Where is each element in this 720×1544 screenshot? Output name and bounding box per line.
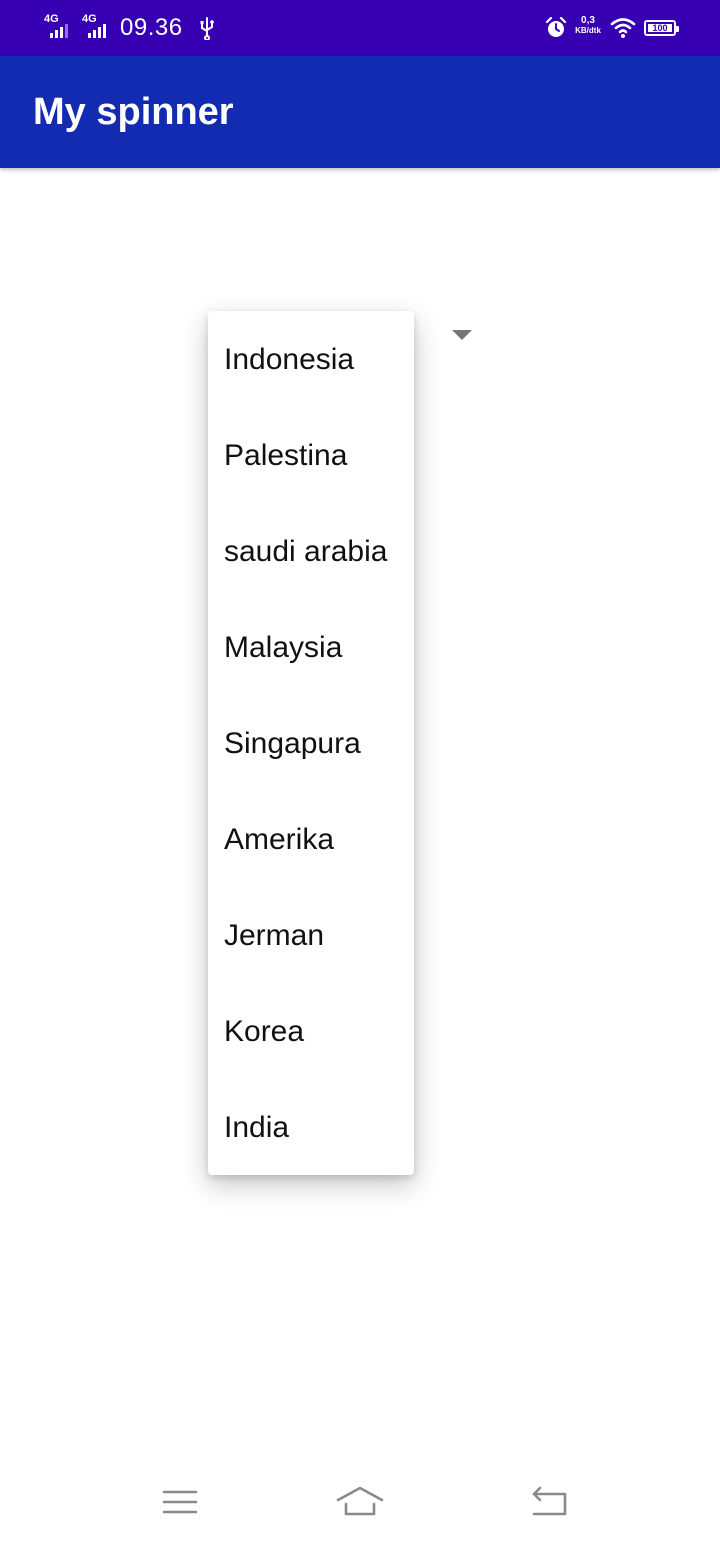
app-title: My spinner	[33, 91, 234, 133]
network-speed-value: 0,3	[581, 15, 595, 26]
signal-icon: 4G	[82, 14, 112, 40]
dropdown-option-amerika[interactable]: Amerika	[208, 792, 414, 888]
status-time: 09.36	[120, 14, 183, 41]
usb-icon	[200, 17, 214, 40]
status-bar: 4G 4G 09.36 0,3 KB/dtk 100	[0, 0, 720, 56]
dropdown-option-india[interactable]: India	[208, 1080, 414, 1176]
dropdown-option-singapura[interactable]: Singapura	[208, 696, 414, 792]
alarm-icon	[545, 17, 567, 37]
battery-icon: 100	[644, 20, 679, 36]
dropdown-option-jerman[interactable]: Jerman	[208, 888, 414, 984]
navigation-bar	[0, 1460, 720, 1544]
wifi-icon	[610, 18, 636, 38]
spinner-dropdown: Indonesia Palestina saudi arabia Malaysi…	[208, 311, 414, 1175]
home-icon[interactable]	[336, 1480, 384, 1524]
network-speed: 0,3 KB/dtk	[570, 16, 606, 36]
network-type-label: 4G	[82, 13, 97, 25]
back-icon[interactable]	[528, 1480, 572, 1524]
battery-level: 100	[648, 24, 672, 33]
network-type-label: 4G	[44, 13, 59, 25]
dropdown-option-korea[interactable]: Korea	[208, 984, 414, 1080]
menu-icon[interactable]	[158, 1480, 202, 1524]
dropdown-option-palestina[interactable]: Palestina	[208, 408, 414, 504]
app-bar: My spinner	[0, 56, 720, 168]
signal-icon: 4G	[44, 14, 74, 40]
dropdown-option-saudi-arabia[interactable]: saudi arabia	[208, 504, 414, 600]
dropdown-option-malaysia[interactable]: Malaysia	[208, 600, 414, 696]
dropdown-arrow-icon[interactable]	[452, 330, 472, 340]
network-speed-unit: KB/dtk	[575, 26, 601, 35]
dropdown-option-indonesia[interactable]: Indonesia	[208, 312, 414, 408]
